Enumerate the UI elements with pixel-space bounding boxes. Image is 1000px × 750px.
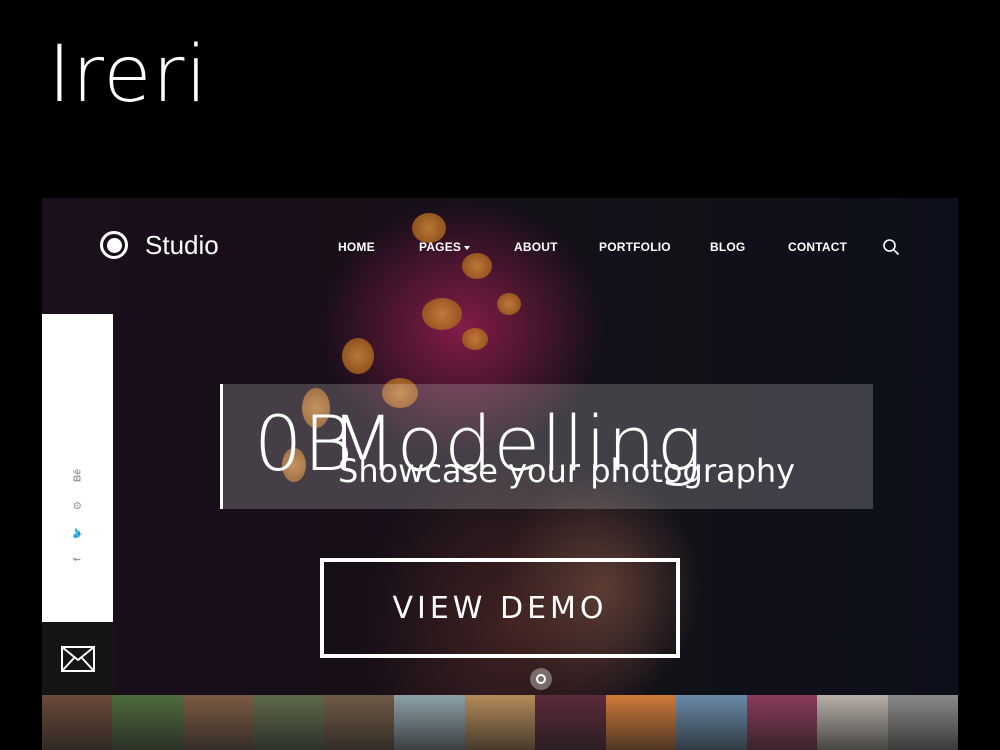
nav-about[interactable]: ABOUT: [514, 240, 558, 254]
social-sidebar: Bē ⊙ 🐦 f: [42, 314, 113, 622]
website-preview: Studio HOME PAGES ABOUT PORTFOLIO BLOG C…: [42, 198, 958, 695]
studio-logo-text[interactable]: Studio: [145, 230, 219, 261]
nav-contact[interactable]: CONTACT: [788, 240, 847, 254]
hero-title: Modelling: [330, 399, 704, 488]
nav-blog[interactable]: BLOG: [710, 240, 745, 254]
thumbnail-hut-roof[interactable]: [323, 695, 395, 750]
thumbnail-grey-landscape[interactable]: [887, 695, 959, 750]
envelope-icon: [61, 646, 95, 672]
search-icon[interactable]: [882, 238, 900, 256]
thumbnail-strip: [42, 695, 959, 750]
thumbnail-sunset-savanna[interactable]: [605, 695, 677, 750]
studio-logo-icon[interactable]: [100, 231, 128, 259]
site-navbar: Studio HOME PAGES ABOUT PORTFOLIO BLOG C…: [42, 198, 958, 298]
chevron-down-icon: [464, 245, 471, 250]
overlay-accent-bar: [220, 384, 223, 509]
thumbnail-fabric-pattern[interactable]: [746, 695, 818, 750]
facebook-icon[interactable]: f: [73, 553, 84, 567]
thumbnail-misty-field[interactable]: [817, 695, 888, 750]
nav-pages[interactable]: PAGES: [419, 240, 471, 254]
thumbnail-forest-people[interactable]: [253, 695, 324, 750]
thumbnail-palm-sky[interactable]: [394, 695, 465, 750]
twitter-icon[interactable]: 🐦: [73, 527, 84, 541]
brand-title: Ireri: [48, 30, 209, 120]
nav-portfolio[interactable]: PORTFOLIO: [599, 240, 671, 254]
thumbnail-baobab-tree[interactable]: [676, 695, 747, 750]
thumbnail-people-crowd[interactable]: [42, 695, 113, 750]
pinterest-icon[interactable]: ⊙: [73, 499, 84, 513]
thumbnail-village-trees[interactable]: [112, 695, 183, 750]
thumbnail-portrait-scarf[interactable]: [535, 695, 606, 750]
thumbnail-desert-dunes[interactable]: [464, 695, 536, 750]
behance-icon[interactable]: Bē: [73, 469, 84, 483]
mail-button[interactable]: [42, 622, 113, 695]
nav-pages-label: PAGES: [419, 240, 462, 254]
view-demo-button[interactable]: VIEW DEMO: [320, 558, 680, 658]
thumbnail-market-group[interactable]: [182, 695, 254, 750]
nav-home[interactable]: HOME: [338, 240, 375, 254]
scroll-indicator-icon[interactable]: [530, 668, 552, 690]
